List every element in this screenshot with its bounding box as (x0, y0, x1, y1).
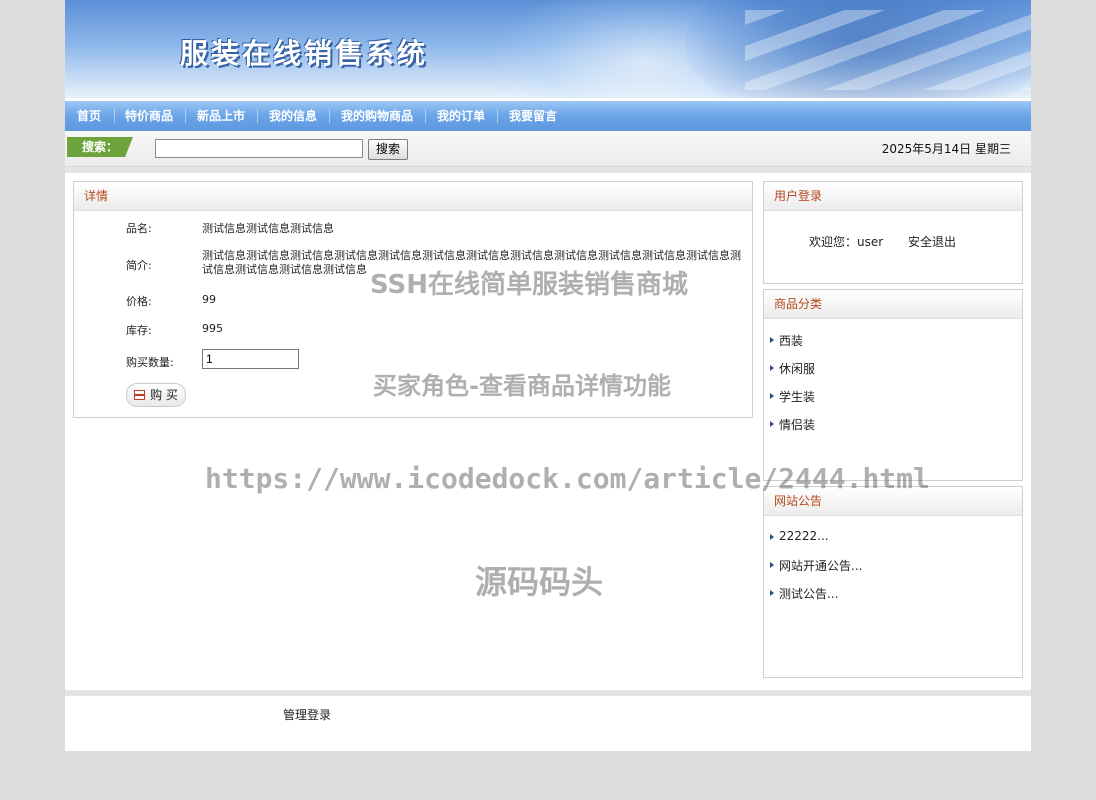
product-stock-label: 库存: (126, 324, 152, 337)
quantity-label: 购买数量: (126, 356, 174, 369)
category-panel: 商品分类 西装 休闲服 学生装 情侣装 (763, 289, 1023, 481)
buy-button-label: 购 买 (150, 388, 178, 402)
category-item[interactable]: 学生装 (770, 388, 815, 405)
page: 服装在线销售系统 首页 特价商品 新品上市 我的信息 我的购物商品 我的订单 我… (65, 0, 1031, 751)
nav-my-orders[interactable]: 我的订单 (437, 101, 485, 131)
buy-button[interactable]: 购 买 (126, 383, 186, 407)
nav-home[interactable]: 首页 (77, 101, 101, 131)
bullet-icon (770, 393, 774, 399)
quantity-input[interactable] (202, 349, 299, 369)
bullet-icon (770, 590, 774, 596)
user-login-panel: 用户登录 欢迎您：user 安全退出 (763, 181, 1023, 284)
welcome-text: 欢迎您：user (809, 235, 884, 249)
nav-leave-message[interactable]: 我要留言 (509, 101, 557, 131)
bullet-icon (770, 534, 774, 540)
category-item[interactable]: 情侣装 (770, 416, 815, 433)
category-label: 休闲服 (779, 362, 816, 376)
category-label: 西装 (779, 334, 804, 348)
category-panel-header: 商品分类 (764, 290, 1022, 319)
search-bar: 搜索： 搜索 2025年5月14日 星期三 (65, 131, 1031, 167)
bullet-icon (770, 337, 774, 343)
header-divider (65, 167, 1031, 173)
header-banner: 服装在线销售系统 (65, 0, 1031, 98)
nav-my-cart[interactable]: 我的购物商品 (341, 101, 413, 131)
product-name-value: 测试信息测试信息测试信息 (202, 222, 334, 235)
detail-panel-header: 详情 (74, 182, 752, 211)
site-title: 服装在线销售系统 (180, 37, 429, 70)
bullet-icon (770, 562, 774, 568)
product-name-label: 品名: (126, 222, 152, 235)
notice-item[interactable]: 22222... (770, 529, 829, 543)
nav-separator (425, 109, 426, 123)
search-input[interactable] (155, 139, 363, 158)
main-nav: 首页 特价商品 新品上市 我的信息 我的购物商品 我的订单 我要留言 (65, 101, 1031, 131)
watermark-text: SSH在线简单服装销售商城 (370, 270, 689, 300)
notice-label: 22222... (779, 529, 829, 543)
login-panel-header: 用户登录 (764, 182, 1022, 211)
watermark-text: 买家角色-查看商品详情功能 (373, 372, 671, 400)
product-price-label: 价格: (126, 295, 152, 308)
product-price-value: 99 (202, 293, 216, 306)
nav-separator (329, 109, 330, 123)
bullet-icon (770, 421, 774, 427)
product-stock-value: 995 (202, 322, 223, 335)
nav-separator (257, 109, 258, 123)
watermark-url: https://www.icodedock.com/article/2444.h… (205, 462, 930, 495)
category-label: 学生装 (779, 390, 816, 404)
bullet-icon (770, 365, 774, 371)
footer-divider (65, 690, 1031, 696)
banner-stripes (745, 10, 1031, 90)
product-desc-label: 简介: (126, 259, 152, 272)
notice-label: 测试公告... (779, 587, 839, 601)
search-label: 搜索： (67, 137, 133, 157)
nav-separator (497, 109, 498, 123)
nav-new-arrivals[interactable]: 新品上市 (197, 101, 245, 131)
notice-label: 网站开通公告... (779, 559, 863, 573)
nav-my-info[interactable]: 我的信息 (269, 101, 317, 131)
notice-item[interactable]: 测试公告... (770, 585, 838, 602)
category-label: 情侣装 (779, 418, 816, 432)
logout-link[interactable]: 安全退出 (908, 233, 956, 250)
watermark-text: 源码码头 (475, 563, 604, 601)
cart-icon (134, 390, 146, 400)
search-button[interactable]: 搜索 (368, 139, 408, 160)
nav-special-offers[interactable]: 特价商品 (125, 101, 173, 131)
notice-panel: 网站公告 22222... 网站开通公告... 测试公告... (763, 486, 1023, 678)
current-date: 2025年5月14日 星期三 (881, 142, 1011, 156)
category-item[interactable]: 西装 (770, 332, 803, 349)
nav-separator (185, 109, 186, 123)
category-item[interactable]: 休闲服 (770, 360, 815, 377)
notice-item[interactable]: 网站开通公告... (770, 557, 862, 574)
nav-separator (114, 109, 115, 123)
admin-login-link[interactable]: 管理登录 (283, 706, 331, 723)
